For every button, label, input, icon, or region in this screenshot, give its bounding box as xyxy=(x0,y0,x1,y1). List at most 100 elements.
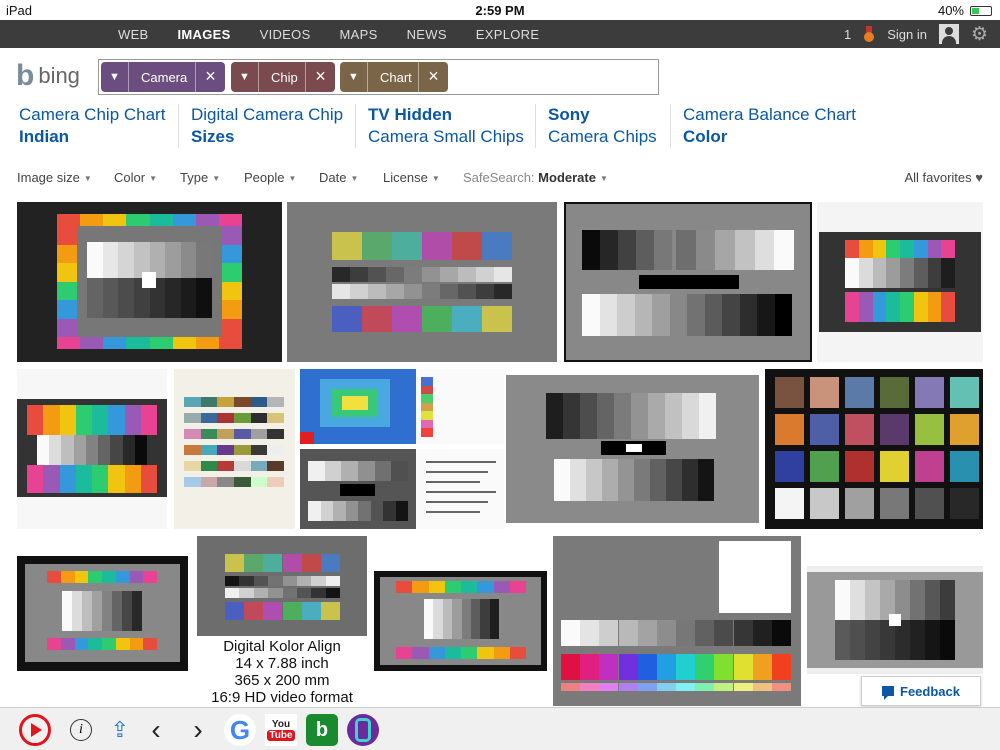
image-thumbnail[interactable] xyxy=(817,202,983,362)
record-icon[interactable] xyxy=(19,714,51,746)
image-thumbnail[interactable] xyxy=(17,556,188,671)
filter-type[interactable]: Type ▼ xyxy=(180,170,220,185)
related-search-line: Sizes xyxy=(191,127,235,146)
image-thumbnail[interactable] xyxy=(174,369,295,529)
chart-swatch xyxy=(396,647,413,659)
filter-license[interactable]: License ▼ xyxy=(383,170,440,185)
chip-remove-icon[interactable]: × xyxy=(195,62,225,92)
chart-swatch xyxy=(320,501,333,521)
search-chip-chart[interactable]: ▼ Chart × xyxy=(340,62,448,92)
safesearch-filter[interactable]: SafeSearch: Moderate ▼ xyxy=(463,170,608,185)
chip-dropdown-icon[interactable]: ▼ xyxy=(101,62,129,92)
rewards-count[interactable]: 1 xyxy=(844,27,851,42)
filter-label: License xyxy=(383,170,428,185)
chart-swatch xyxy=(332,284,350,299)
image-thumbnail[interactable] xyxy=(300,449,416,529)
chart-swatch xyxy=(582,230,600,270)
image-thumbnail[interactable] xyxy=(416,449,504,529)
image-thumbnail[interactable] xyxy=(564,202,812,362)
gear-icon[interactable]: ⚙ xyxy=(971,23,988,46)
chart-swatch xyxy=(392,306,422,332)
chart-swatch xyxy=(112,591,122,631)
image-thumbnail[interactable] xyxy=(765,369,983,529)
back-arrow-icon[interactable]: ‹ xyxy=(140,714,172,746)
related-search-item[interactable]: TV Hidden Camera Small Chips xyxy=(355,104,524,148)
forward-arrow-icon[interactable]: › xyxy=(182,714,214,746)
chart-swatch xyxy=(634,294,652,336)
all-favorites-link[interactable]: All favorites ♥ xyxy=(904,170,983,185)
chart-swatch xyxy=(421,402,433,412)
chart-swatch xyxy=(102,591,112,631)
related-search-item[interactable]: Camera Chip Chart Indian xyxy=(19,104,165,148)
chip-dropdown-icon[interactable]: ▼ xyxy=(231,62,259,92)
chip-remove-icon[interactable]: × xyxy=(418,62,448,92)
chart-swatch xyxy=(345,501,358,521)
chart-swatch xyxy=(900,258,914,288)
rewards-medal-icon[interactable] xyxy=(863,26,875,42)
chart-swatch xyxy=(580,393,597,439)
image-thumbnail[interactable] xyxy=(17,202,282,362)
sign-in-link[interactable]: Sign in xyxy=(887,27,927,42)
chart-swatch xyxy=(222,281,242,300)
chart-swatch xyxy=(733,683,753,691)
chip-dropdown-icon[interactable]: ▼ xyxy=(340,62,368,92)
caption-line: 365 x 200 mm xyxy=(234,672,330,689)
tab-news[interactable]: NEWS xyxy=(407,27,447,42)
related-search-line: Indian xyxy=(19,127,70,146)
color-swatch xyxy=(775,377,804,408)
search-chip-chip[interactable]: ▼ Chip × xyxy=(231,62,335,92)
filter-people[interactable]: People ▼ xyxy=(244,170,296,185)
tab-explore[interactable]: EXPLORE xyxy=(476,27,540,42)
google-icon[interactable]: G xyxy=(224,714,256,746)
avatar[interactable] xyxy=(938,24,959,44)
chart-swatch xyxy=(225,554,245,572)
chart-swatch xyxy=(62,591,72,631)
info-icon[interactable]: i xyxy=(70,719,92,741)
chart-swatch xyxy=(222,300,242,319)
share-icon[interactable]: ⇪ xyxy=(104,714,136,746)
filter-date[interactable]: Date ▼ xyxy=(319,170,358,185)
chart-swatch xyxy=(599,683,619,691)
chart-swatch xyxy=(126,214,150,226)
image-thumbnail[interactable] xyxy=(287,202,557,362)
image-thumbnail[interactable] xyxy=(17,369,167,529)
chart-swatch xyxy=(282,602,302,620)
chart-swatch xyxy=(267,461,284,471)
chart-swatch xyxy=(695,654,715,680)
youtube-icon[interactable]: You Tube xyxy=(265,714,297,746)
chart-center xyxy=(142,272,156,288)
image-thumbnail[interactable] xyxy=(506,375,759,523)
chart-swatch xyxy=(332,306,362,332)
tab-maps[interactable]: MAPS xyxy=(340,27,378,42)
bing-app-icon[interactable]: b xyxy=(306,714,338,746)
image-thumbnail[interactable] xyxy=(300,369,416,444)
search-chip-camera[interactable]: ▼ Camera × xyxy=(101,62,225,92)
tab-images[interactable]: IMAGES xyxy=(178,27,231,42)
chart-swatch xyxy=(835,620,850,660)
related-search-item[interactable]: Digital Camera Chip Sizes xyxy=(178,104,343,148)
chart-swatch xyxy=(386,284,404,299)
related-search-item[interactable]: Camera Balance Chart Color xyxy=(670,104,856,148)
chart-swatch xyxy=(682,459,698,501)
search-box[interactable]: ▼ Camera × ▼ Chip × ▼ Chart × xyxy=(98,59,659,95)
filter-color[interactable]: Color ▼ xyxy=(114,170,157,185)
extension-icon[interactable] xyxy=(347,714,379,746)
feedback-button[interactable]: Feedback xyxy=(861,676,981,706)
image-thumbnail[interactable] xyxy=(416,369,504,444)
chart-swatch xyxy=(886,258,900,288)
image-thumbnail[interactable] xyxy=(807,566,983,674)
tab-videos[interactable]: VIDEOS xyxy=(260,27,311,42)
related-search-item[interactable]: Sony Camera Chips xyxy=(535,104,657,148)
filter-image-size[interactable]: Image size ▼ xyxy=(17,170,92,185)
image-thumbnail[interactable] xyxy=(553,536,801,706)
chart-swatch xyxy=(395,501,408,521)
chip-remove-icon[interactable]: × xyxy=(305,62,335,92)
image-thumbnail[interactable]: Digital Kolor Align 14 x 7.88 inch 365 x 2… xyxy=(197,536,367,706)
bing-logo[interactable]: b bing xyxy=(16,60,80,92)
chart-swatch xyxy=(350,284,368,299)
image-thumbnail[interactable] xyxy=(374,571,547,671)
tab-web[interactable]: WEB xyxy=(118,27,149,42)
caret-down-icon: ▼ xyxy=(599,174,608,183)
chart-swatch xyxy=(102,278,119,318)
caret-down-icon: ▼ xyxy=(212,174,221,183)
